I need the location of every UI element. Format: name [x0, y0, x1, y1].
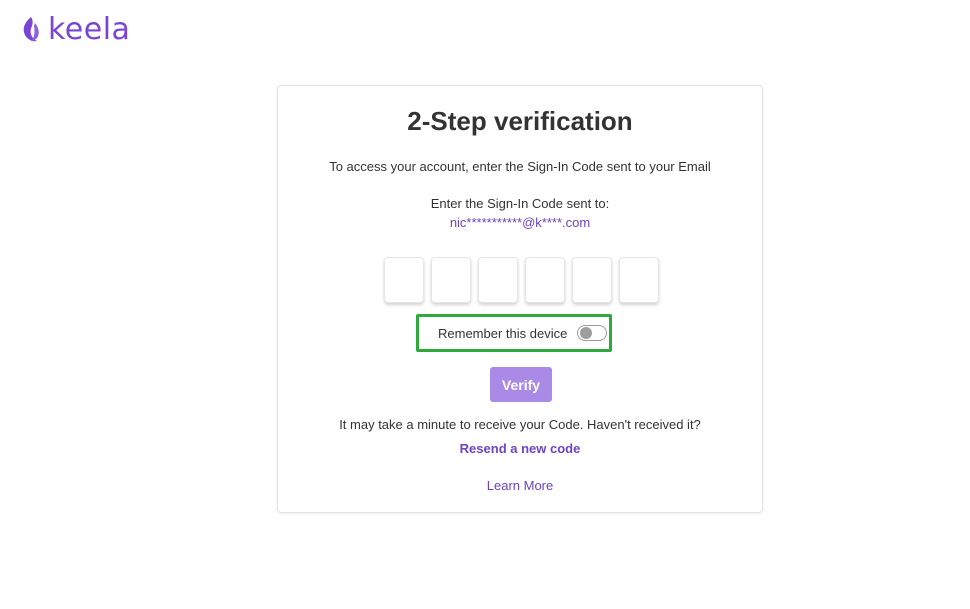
instruction-text: To access your account, enter the Sign-I… [329, 159, 711, 174]
keela-logo[interactable]: keela [20, 12, 130, 48]
page-title: 2-Step verification [407, 106, 633, 136]
verify-button[interactable]: Verify [490, 367, 552, 402]
flame-leaf-icon [20, 15, 42, 45]
page: keela 2-Step verification To access your… [0, 0, 970, 609]
verification-card: 2-Step verification To access your accou… [277, 85, 763, 513]
brand-name: keela [48, 12, 131, 47]
code-digit-2-input[interactable] [431, 257, 471, 303]
remember-device-toggle[interactable] [577, 325, 608, 341]
resend-code-label[interactable]: Resend a new code [460, 441, 581, 456]
code-digit-6-input[interactable] [619, 257, 659, 303]
remember-device-label: Remember this device [438, 325, 568, 341]
sent-to-label: Enter the Sign-In Code sent to: [430, 196, 610, 211]
learn-more-link[interactable]: Learn More [278, 478, 762, 493]
code-digit-4-input[interactable] [525, 257, 565, 303]
delivery-note: It may take a minute to receive your Cod… [339, 417, 701, 432]
code-digit-3-input[interactable] [478, 257, 518, 303]
resend-code-link[interactable]: Resend a new code [278, 441, 762, 456]
masked-email: nic***********@k****.com [449, 215, 591, 230]
toggle-knob [580, 327, 593, 339]
code-digit-5-input[interactable] [572, 257, 612, 303]
code-digit-1-input[interactable] [384, 257, 424, 303]
code-input-group [384, 257, 659, 303]
remember-device-row: Remember this device [416, 314, 612, 352]
learn-more-label[interactable]: Learn More [487, 478, 553, 493]
